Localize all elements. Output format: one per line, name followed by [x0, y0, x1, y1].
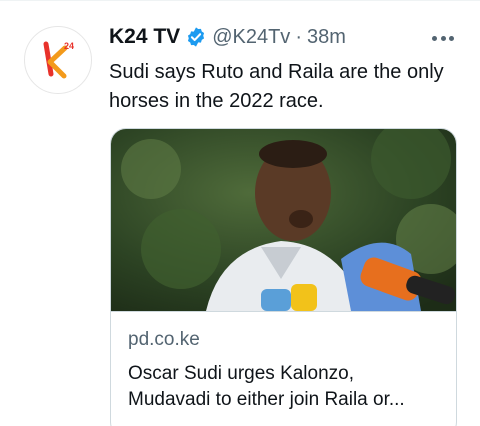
card-title-line: Mudavadi to either join Raila or... — [128, 389, 405, 410]
k24-logo-icon: 24 — [43, 41, 74, 79]
card-title-line: Oscar Sudi urges Kalonzo, — [128, 363, 355, 384]
card-divider — [111, 311, 456, 312]
more-dot — [449, 35, 454, 41]
author-handle[interactable]: @K24Tv — [212, 26, 290, 49]
header-separator: · — [295, 25, 302, 48]
more-options-icon[interactable] — [430, 28, 456, 48]
svg-text:24: 24 — [64, 41, 74, 51]
tweet-header: K24 TV @K24Tv · 38m — [109, 23, 346, 51]
more-dot — [432, 35, 437, 41]
verified-badge-icon — [185, 26, 207, 48]
card-image[interactable] — [111, 129, 457, 311]
card-domain: pd.co.ke — [128, 329, 200, 350]
author-avatar[interactable]: 24 — [24, 26, 92, 94]
author-display-name[interactable]: K24 TV — [109, 25, 180, 49]
link-preview-card[interactable]: pd.co.ke Oscar Sudi urges Kalonzo, Mudav… — [110, 128, 457, 426]
more-dot — [440, 35, 446, 41]
card-title: Oscar Sudi urges Kalonzo, Mudavadi to ei… — [128, 361, 443, 413]
tweet-text: Sudi says Ruto and Raila are the only ho… — [109, 61, 444, 112]
top-divider — [0, 0, 480, 1]
tweet-timestamp[interactable]: 38m — [307, 26, 346, 49]
